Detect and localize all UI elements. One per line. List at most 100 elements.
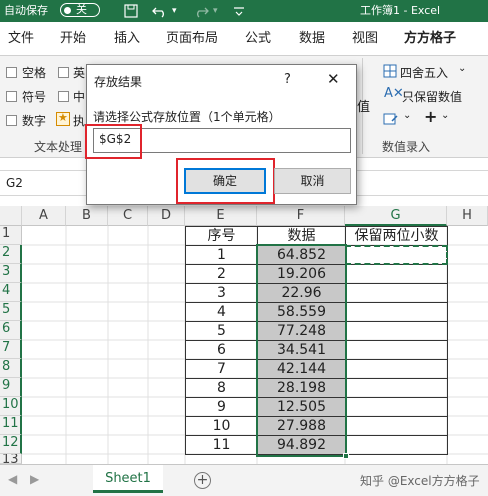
table-cell-result[interactable] — [345, 416, 448, 436]
column-header[interactable]: F — [257, 206, 345, 226]
tab-insert[interactable]: 插入 — [114, 22, 140, 56]
tab-file[interactable]: 文件 — [8, 22, 34, 56]
row-header-selected[interactable]: 12 — [0, 435, 22, 454]
table-header-id[interactable]: 序号 — [185, 226, 258, 246]
checkbox-chinese[interactable] — [58, 91, 69, 102]
name-box[interactable]: G2 — [6, 176, 23, 190]
column-header[interactable]: B — [66, 206, 108, 226]
table-cell-id[interactable]: 5 — [185, 321, 258, 341]
column-header-selected[interactable]: G — [345, 206, 447, 226]
table-cell-id[interactable]: 1 — [185, 245, 258, 265]
row-header-selected[interactable]: 10 — [0, 397, 22, 416]
table-cell-value[interactable]: 64.852 — [257, 245, 346, 265]
row-header[interactable]: 1 — [0, 226, 22, 245]
column-header[interactable]: D — [148, 206, 185, 226]
round-icon[interactable] — [383, 64, 397, 78]
table-header-round[interactable]: 保留两位小数 — [345, 226, 448, 246]
plus-icon[interactable]: + — [424, 107, 437, 126]
redo-icon[interactable] — [193, 4, 209, 18]
table-cell-id[interactable]: 2 — [185, 264, 258, 284]
save-icon[interactable] — [124, 4, 138, 18]
table-cell-value[interactable]: 22.96 — [257, 283, 346, 303]
table-cell-id[interactable]: 8 — [185, 378, 258, 398]
undo-icon[interactable] — [152, 4, 168, 18]
checkbox-english[interactable] — [58, 67, 69, 78]
cancel-button[interactable]: 取消 — [274, 168, 351, 194]
table-cell-result[interactable] — [345, 378, 448, 398]
select-all-corner[interactable] — [0, 206, 22, 226]
table-cell-value[interactable]: 28.198 — [257, 378, 346, 398]
customize-qat-icon[interactable] — [232, 4, 246, 18]
undo-dropdown-icon[interactable]: ▾ — [172, 1, 177, 21]
table-cell-result[interactable] — [345, 435, 448, 455]
checkbox-number[interactable] — [6, 115, 17, 126]
table-cell-result[interactable] — [345, 302, 448, 322]
table-cell-id[interactable]: 3 — [185, 283, 258, 303]
fill-icon[interactable] — [383, 112, 399, 126]
table-cell-result[interactable] — [345, 321, 448, 341]
table-cell-result[interactable] — [345, 397, 448, 417]
table-cell-id[interactable]: 9 — [185, 397, 258, 417]
redo-dropdown-icon[interactable]: ▾ — [213, 1, 218, 21]
column-header[interactable]: A — [22, 206, 66, 226]
table-cell-value[interactable]: 27.988 — [257, 416, 346, 436]
row-header-selected[interactable]: 5 — [0, 302, 22, 321]
tab-home[interactable]: 开始 — [60, 22, 86, 56]
table-cell-result[interactable] — [345, 283, 448, 303]
table-cell-value[interactable]: 42.144 — [257, 359, 346, 379]
table-header-data[interactable]: 数据 — [257, 226, 346, 246]
row-header-selected[interactable]: 8 — [0, 359, 22, 378]
row-header-selected[interactable]: 9 — [0, 378, 22, 397]
tab-view[interactable]: 视图 — [352, 22, 378, 56]
next-sheet-icon[interactable]: ▶ — [30, 472, 39, 486]
tab-page-layout[interactable]: 页面布局 — [166, 22, 218, 56]
table-cell-value[interactable]: 34.541 — [257, 340, 346, 360]
table-cell-id[interactable]: 6 — [185, 340, 258, 360]
table-cell-value[interactable]: 12.505 — [257, 397, 346, 417]
column-header[interactable]: C — [108, 206, 148, 226]
fill-handle[interactable] — [343, 453, 349, 459]
table-cell-value[interactable]: 19.206 — [257, 264, 346, 284]
checkbox-chinese-label: 中 — [73, 90, 86, 104]
round-button[interactable]: 四舍五入 — [400, 64, 448, 81]
checkbox-space[interactable] — [6, 67, 17, 78]
tab-fangfange[interactable]: 方方格子 — [404, 22, 456, 56]
prev-sheet-icon[interactable]: ◀ — [8, 472, 17, 486]
table-cell-id[interactable]: 7 — [185, 359, 258, 379]
row-header-selected[interactable]: 4 — [0, 283, 22, 302]
row-header-selected[interactable]: 6 — [0, 321, 22, 340]
autosave-toggle[interactable]: 关 — [60, 3, 100, 17]
column-header[interactable]: E — [185, 206, 257, 226]
row-header-selected[interactable]: 3 — [0, 264, 22, 283]
active-cell-marquee[interactable] — [345, 245, 448, 265]
tab-formulas[interactable]: 公式 — [245, 22, 271, 56]
table-cell-id[interactable]: 4 — [185, 302, 258, 322]
checkbox-symbol[interactable] — [6, 91, 17, 102]
star-icon[interactable]: ★ — [56, 111, 70, 126]
table-cell-result[interactable] — [345, 359, 448, 379]
round-dropdown-icon[interactable]: ⌄ — [458, 63, 466, 74]
row-header-selected[interactable]: 11 — [0, 416, 22, 435]
table-cell-value[interactable]: 58.559 — [257, 302, 346, 322]
row-header[interactable]: 13 — [0, 454, 22, 464]
fill-dropdown-icon[interactable]: ⌄ — [403, 110, 411, 121]
keep-value-icon[interactable]: A✕ — [384, 86, 404, 101]
add-sheet-button[interactable]: + — [194, 472, 211, 489]
sheet-tab-active[interactable]: Sheet1 — [93, 465, 163, 493]
value-label[interactable]: 值 — [357, 96, 370, 115]
table-cell-result[interactable] — [345, 264, 448, 284]
row-header-selected[interactable]: 7 — [0, 340, 22, 359]
table-cell-id[interactable]: 10 — [185, 416, 258, 436]
table-cell-value[interactable]: 94.892 — [257, 435, 346, 455]
column-header[interactable]: H — [447, 206, 488, 226]
close-icon[interactable]: ✕ — [327, 70, 340, 88]
spreadsheet-grid: A B C D E F G H 1 2 3 4 5 6 7 8 9 10 11 … — [0, 206, 488, 464]
plus-dropdown-icon[interactable]: ⌄ — [441, 110, 449, 121]
table-cell-id[interactable]: 11 — [185, 435, 258, 455]
keep-value-button[interactable]: 只保留数值 — [402, 88, 462, 105]
row-header-selected[interactable]: 2 — [0, 245, 22, 264]
table-cell-value[interactable]: 77.248 — [257, 321, 346, 341]
tab-data[interactable]: 数据 — [299, 22, 325, 56]
table-cell-result[interactable] — [345, 340, 448, 360]
help-button[interactable]: ? — [284, 72, 291, 87]
